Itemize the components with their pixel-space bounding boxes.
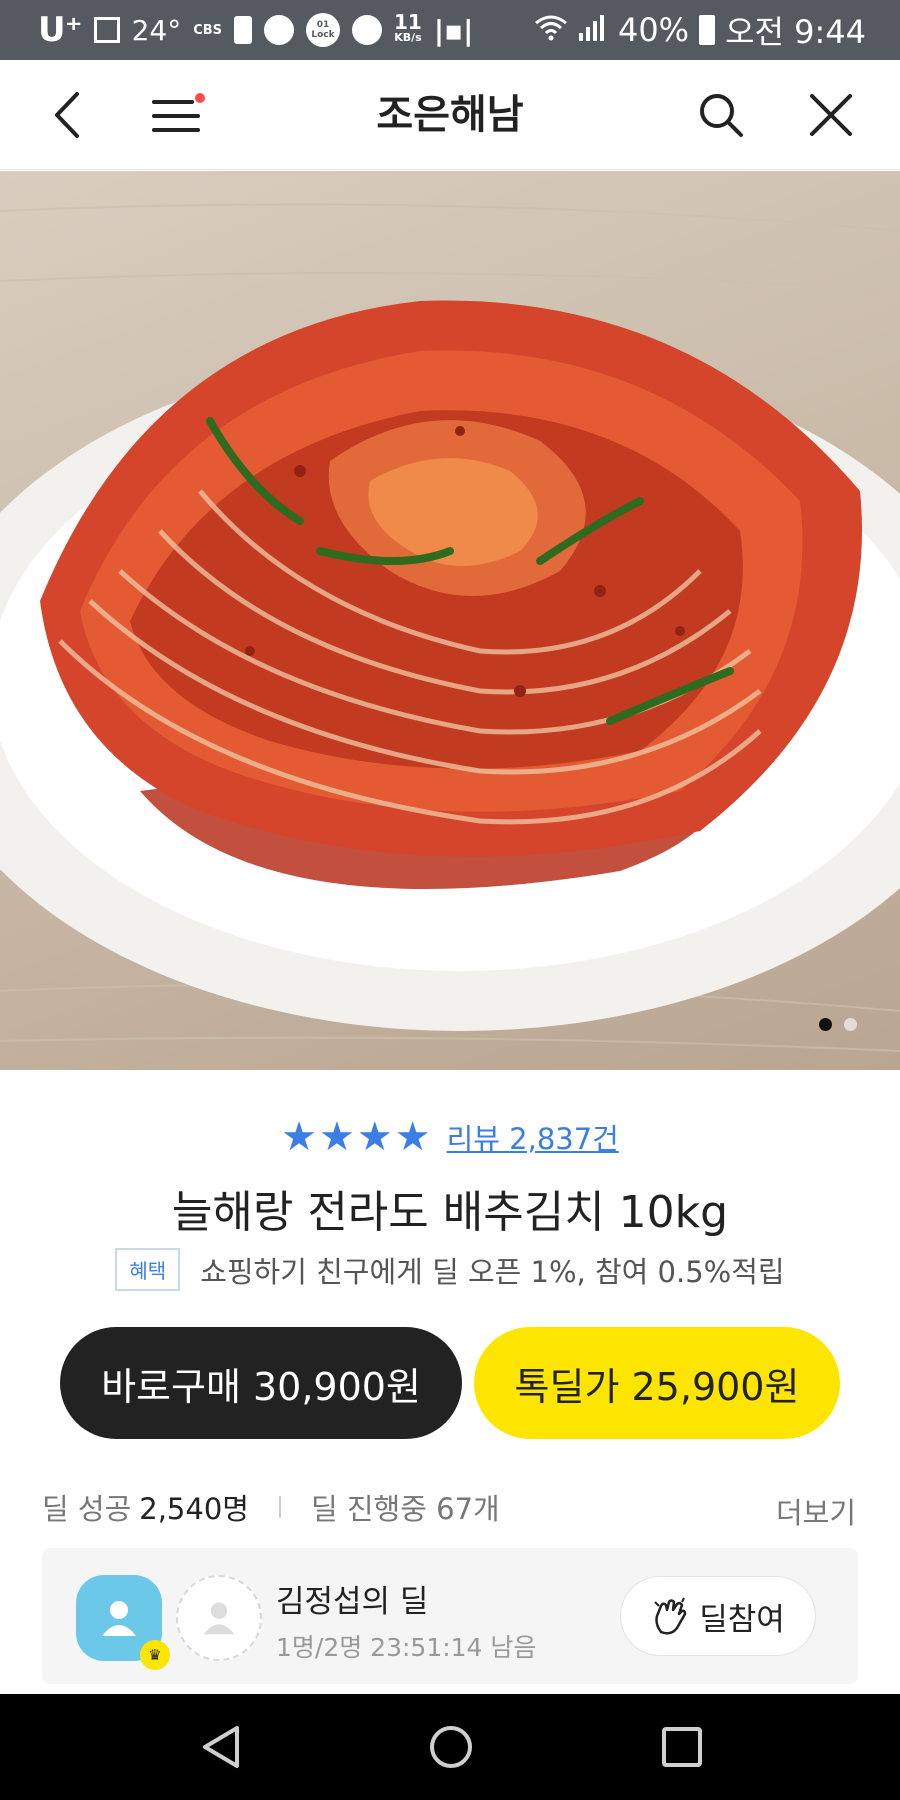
temperature-label: 24° <box>131 13 182 47</box>
vibrate-icon: |▪| <box>433 13 474 47</box>
nav-recent-button[interactable] <box>622 1694 742 1800</box>
close-icon <box>810 94 852 136</box>
system-nav-bar <box>0 1694 900 1800</box>
nav-home-icon <box>430 1726 472 1768</box>
speed-value: 11 <box>394 10 422 34</box>
rating-stars: ★ ★ ★ ★ <box>281 1117 430 1157</box>
menu-button[interactable] <box>133 60 223 170</box>
product-title: 늘해랑 전라도 배추김치 10kg <box>171 1187 729 1238</box>
benefit-text: 쇼핑하기 친구에게 딜 오픈 1%, 참여 0.5%적립 <box>200 1254 785 1289</box>
buy-now-button[interactable]: 바로구매 30,900원 <box>60 1327 462 1439</box>
benefit-badge: 혜택 <box>115 1248 181 1291</box>
product-image[interactable] <box>0 171 900 1070</box>
carrier-label: U⁺ <box>38 10 83 50</box>
divider <box>278 1496 281 1518</box>
clap-hand-icon <box>654 1597 687 1635</box>
status-bar: U⁺ 24° CBS 01 Lock 11 KB/s |▪| 40% 오전 9:… <box>0 0 900 60</box>
review-link[interactable]: 리뷰 2,837건 <box>447 1116 619 1158</box>
nav-back-button[interactable] <box>162 1694 282 1800</box>
crown-icon: ♛ <box>140 1640 170 1670</box>
carousel-dot[interactable] <box>844 1018 857 1031</box>
join-deal-label: 딜참여 <box>699 1601 785 1638</box>
nav-recent-icon <box>662 1727 702 1767</box>
time-label: 오전 9:44 <box>725 13 866 51</box>
wifi-icon <box>534 11 568 49</box>
menu-icon <box>152 93 205 132</box>
carousel-dot-active[interactable] <box>819 1018 832 1031</box>
benefit-row: 혜택 쇼핑하기 친구에게 딜 오픈 1%, 참여 0.5%적립 <box>0 1248 900 1291</box>
nav-home-button[interactable] <box>391 1694 511 1800</box>
battery-label: 40% <box>617 11 690 49</box>
clock-icon <box>264 15 295 45</box>
lock-icon: 01 Lock <box>306 13 341 47</box>
talk-deal-button[interactable]: 톡딜가 25,900원 <box>474 1327 840 1439</box>
radio-label: CBS <box>193 22 223 38</box>
rating-row: ★ ★ ★ ★ 리뷰 2,837건 <box>0 1112 900 1162</box>
deal-card[interactable]: ♛ 김정섭의 딜 1명/2명 23:51:14 남음 딜참여 <box>42 1548 858 1684</box>
star-icon: ★ <box>281 1114 317 1160</box>
more-link[interactable]: 더보기 <box>776 1490 856 1532</box>
deal-stats: 딜 성공 2,540명 딜 진행중 67개 <box>42 1486 500 1528</box>
deal-ongoing: 딜 진행중 67개 <box>310 1492 500 1526</box>
star-icon: ★ <box>394 1114 431 1160</box>
battery-saver-icon <box>234 16 253 44</box>
grid-icon <box>93 17 120 43</box>
app-header: 조은해남 <box>0 60 900 170</box>
search-button[interactable] <box>676 60 766 170</box>
empty-slot-avatar <box>176 1575 262 1661</box>
nav-back-icon <box>203 1726 239 1768</box>
close-button[interactable] <box>786 60 876 170</box>
star-icon: ★ <box>356 1114 393 1160</box>
join-deal-button[interactable]: 딜참여 <box>620 1576 816 1656</box>
deal-success-label: 딜 성공 <box>42 1492 132 1526</box>
back-button[interactable] <box>22 60 112 170</box>
kimchi-photo <box>0 203 900 1052</box>
speed-unit: KB/s <box>394 31 422 44</box>
deal-success-value: 2,540명 <box>139 1492 249 1526</box>
back-arrow-icon <box>55 92 79 138</box>
person-placeholder-icon <box>203 1602 235 1635</box>
battery-icon <box>699 15 716 45</box>
person-icon <box>102 1601 136 1636</box>
deal-owner-name: 김정섭의 딜 <box>276 1584 429 1620</box>
chat-bubble-icon <box>352 15 383 45</box>
search-icon <box>700 94 743 137</box>
network-speed: 11 KB/s <box>394 10 422 46</box>
star-icon: ★ <box>319 1114 355 1160</box>
deal-progress: 1명/2명 23:51:14 남음 <box>276 1633 537 1662</box>
signal-icon <box>578 11 608 49</box>
